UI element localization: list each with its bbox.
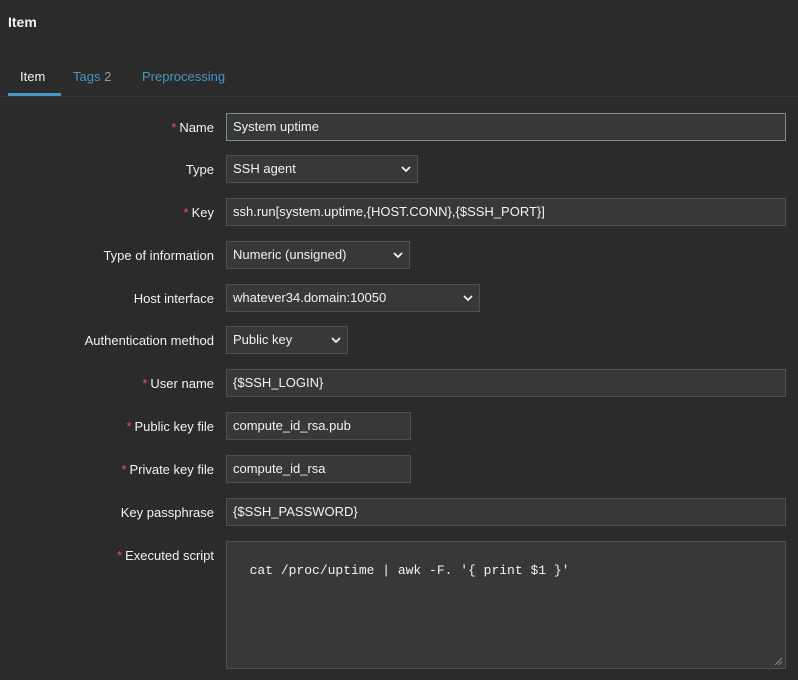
- host-interface-select[interactable]: whatever34.domain:10050: [226, 284, 480, 312]
- user-name-label: * User name: [142, 376, 214, 391]
- chevron-down-icon: [331, 337, 341, 344]
- executed-script-value: cat /proc/uptime | awk -F. '{ print $1 }…: [249, 563, 570, 578]
- tab-tags[interactable]: Tags 2: [73, 68, 111, 94]
- executed-script-textarea[interactable]: cat /proc/uptime | awk -F. '{ print $1 }…: [226, 541, 786, 669]
- authentication-method-label: Authentication method: [84, 333, 214, 348]
- required-marker: *: [117, 548, 123, 563]
- key-label: * Key: [183, 205, 214, 220]
- executed-script-label: * Executed script: [117, 548, 214, 563]
- chevron-down-icon: [401, 166, 411, 173]
- type-of-information-value: Numeric (unsigned): [233, 247, 347, 262]
- page-header: Item: [0, 0, 798, 48]
- private-key-file-input[interactable]: compute_id_rsa: [226, 455, 411, 483]
- tab-tags-label: Tags: [73, 69, 101, 84]
- public-key-file-input[interactable]: compute_id_rsa.pub: [226, 412, 411, 440]
- type-select[interactable]: SSH agent: [226, 155, 418, 183]
- required-marker: *: [126, 419, 132, 434]
- tab-preprocessing[interactable]: Preprocessing: [142, 68, 225, 94]
- resize-handle-icon[interactable]: [774, 657, 783, 666]
- private-key-file-label: * Private key file: [121, 462, 214, 477]
- authentication-method-value: Public key: [233, 332, 293, 347]
- tab-tags-count: 2: [104, 69, 112, 84]
- user-name-input[interactable]: {$SSH_LOGIN}: [226, 369, 786, 397]
- host-interface-value: whatever34.domain:10050: [233, 290, 387, 305]
- key-input[interactable]: ssh.run[system.uptime,{HOST.CONN},{$SSH_…: [226, 198, 786, 226]
- key-passphrase-input[interactable]: {$SSH_PASSWORD}: [226, 498, 786, 526]
- required-marker: *: [142, 376, 148, 391]
- page-title: Item: [8, 14, 37, 30]
- required-marker: *: [121, 462, 127, 477]
- public-key-file-label: * Public key file: [126, 419, 214, 434]
- type-of-information-select[interactable]: Numeric (unsigned): [226, 241, 410, 269]
- required-marker: *: [183, 205, 189, 220]
- active-tab-indicator: [8, 93, 61, 96]
- name-input[interactable]: System uptime: [226, 113, 786, 141]
- tab-bar: Item Tags 2 Preprocessing: [0, 60, 798, 97]
- tab-item[interactable]: Item: [20, 68, 45, 94]
- key-passphrase-label: Key passphrase: [120, 505, 214, 520]
- type-of-information-label: Type of information: [103, 248, 214, 263]
- type-label: Type: [185, 162, 214, 177]
- chevron-down-icon: [463, 295, 473, 302]
- type-select-value: SSH agent: [233, 161, 296, 176]
- name-label: * Name: [171, 120, 214, 135]
- host-interface-label: Host interface: [133, 291, 214, 306]
- chevron-down-icon: [393, 252, 403, 259]
- required-marker: *: [171, 120, 177, 135]
- authentication-method-select[interactable]: Public key: [226, 326, 348, 354]
